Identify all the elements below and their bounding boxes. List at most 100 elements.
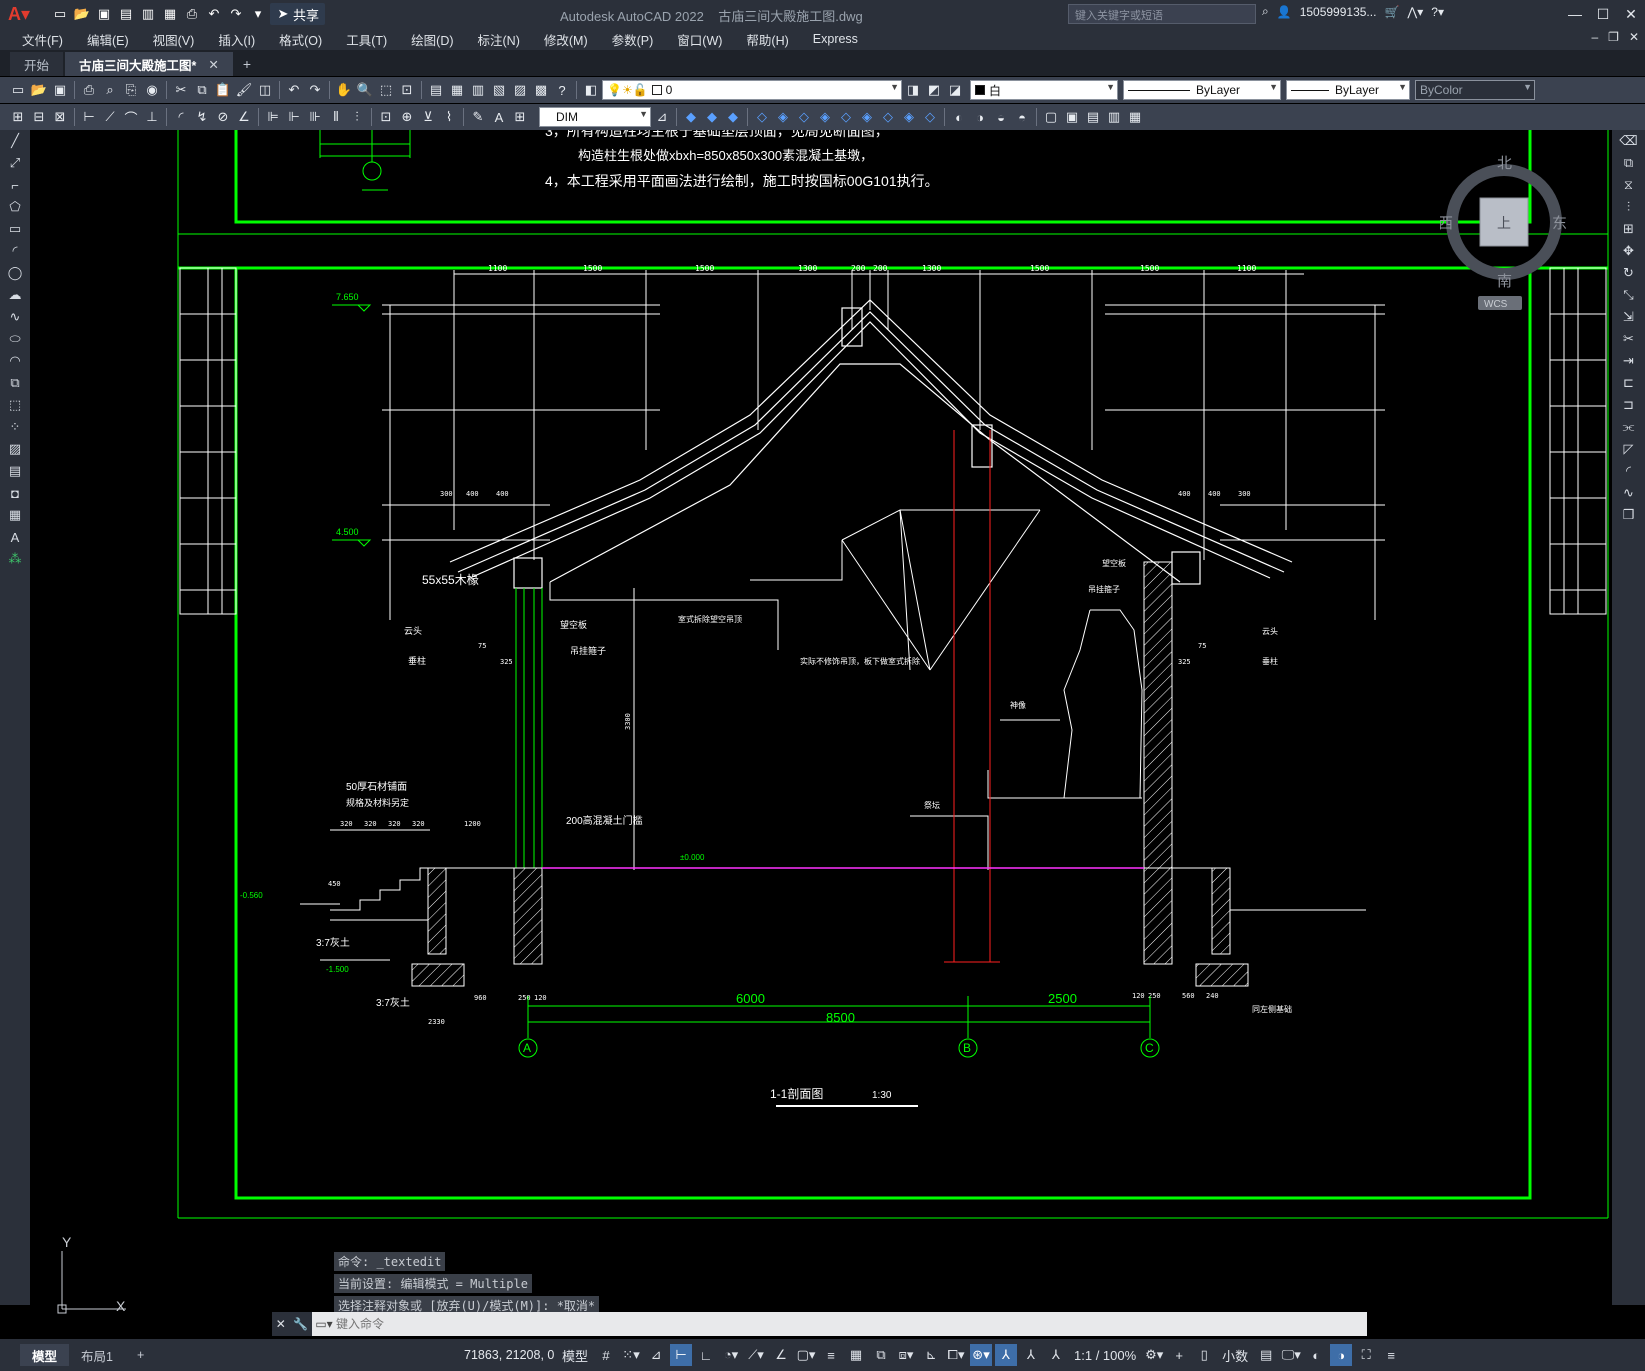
- region-icon[interactable]: ◘: [0, 482, 30, 504]
- ucs-view-icon[interactable]: ◈: [773, 107, 793, 127]
- polar-icon[interactable]: ◔▾: [720, 1344, 742, 1366]
- point-icon[interactable]: ⁘: [0, 416, 30, 438]
- hardware-acceleration-icon[interactable]: ◑: [1330, 1344, 1353, 1366]
- zoom-realtime-icon[interactable]: 🔍: [355, 80, 375, 100]
- ucs-3point-icon[interactable]: ◇: [836, 107, 856, 127]
- compass-north[interactable]: 北: [1497, 155, 1512, 172]
- qdim-icon[interactable]: ⊞: [8, 107, 28, 127]
- trim-icon[interactable]: ✂: [1612, 328, 1645, 350]
- cart-icon[interactable]: 🛒: [1384, 5, 1399, 19]
- drawing-area[interactable]: 3，所有构造柱均生根于基础垫层顶面，见局见断面图， 构造柱生根处做xbxh=85…: [30, 130, 1612, 1302]
- menu-tools[interactable]: 工具(T): [334, 30, 399, 49]
- transparency-icon[interactable]: ▦: [845, 1344, 867, 1366]
- mtext-icon[interactable]: A: [0, 526, 30, 548]
- maximize-icon[interactable]: ☐: [1589, 0, 1617, 28]
- close-icon[interactable]: ✕: [276, 1317, 286, 1331]
- isolate-objects-icon[interactable]: ◐: [1305, 1344, 1327, 1366]
- gizmo-icon[interactable]: ⊛▾: [970, 1344, 993, 1366]
- calculator-icon[interactable]: ▩: [531, 80, 551, 100]
- quick-properties-icon[interactable]: ▤: [1255, 1344, 1277, 1366]
- revcloud-icon[interactable]: ☁: [0, 284, 30, 306]
- close-icon[interactable]: ✕: [1617, 0, 1645, 28]
- erase-icon[interactable]: ⌫: [1612, 130, 1645, 152]
- plot-icon[interactable]: ⎙: [182, 4, 202, 24]
- pan-icon[interactable]: ✋: [334, 80, 354, 100]
- dim-space-icon[interactable]: ⫴: [326, 107, 346, 127]
- customize-icon[interactable]: ≡: [1380, 1344, 1402, 1366]
- viewcube[interactable]: 上 北 南 东 西 WCS: [1440, 148, 1590, 328]
- menu-edit[interactable]: 编辑(E): [75, 30, 141, 49]
- block-icon[interactable]: ◫: [255, 80, 275, 100]
- scale-icon[interactable]: ⤡: [1612, 284, 1645, 306]
- selection-filter-icon[interactable]: ⧠▾: [945, 1344, 967, 1366]
- dimedit-icon[interactable]: ✎: [468, 107, 488, 127]
- annotation-scale-dropdown[interactable]: 1:1 / 100%: [1070, 1344, 1140, 1366]
- make-block-icon[interactable]: ⬚: [0, 394, 30, 416]
- view-se-iso-icon[interactable]: ▥: [1104, 107, 1124, 127]
- ucs-zaxis-icon[interactable]: ◈: [815, 107, 835, 127]
- mirror-icon[interactable]: ⧖: [1612, 174, 1645, 196]
- matchprop-icon[interactable]: 🖌: [234, 80, 254, 100]
- plot-icon[interactable]: ⎙: [79, 80, 99, 100]
- menu-file[interactable]: 文件(F): [10, 30, 75, 49]
- menu-view[interactable]: 视图(V): [141, 30, 207, 49]
- annotation-scale-icon[interactable]: ⅄: [1045, 1344, 1067, 1366]
- view-top-icon[interactable]: ◐: [949, 107, 969, 127]
- plotstyle-dropdown[interactable]: ByColor ▼: [1415, 80, 1535, 100]
- menu-modify[interactable]: 修改(M): [532, 30, 600, 49]
- sheetset-icon[interactable]: ▧: [489, 80, 509, 100]
- inspect-icon[interactable]: ⊻: [418, 107, 438, 127]
- snap-icon[interactable]: ⁙▾: [620, 1344, 642, 1366]
- designcenter-icon[interactable]: ▦: [447, 80, 467, 100]
- view-left-icon[interactable]: ◒: [991, 107, 1011, 127]
- auto-scale-icon[interactable]: ⅄: [1020, 1344, 1042, 1366]
- copy-object-icon[interactable]: ⧉: [1612, 152, 1645, 174]
- rotate-icon[interactable]: ↻: [1612, 262, 1645, 284]
- autodesk-icon[interactable]: ⋀▾: [1407, 5, 1423, 19]
- properties-icon[interactable]: ▤: [426, 80, 446, 100]
- line-icon[interactable]: ╱: [0, 130, 30, 152]
- ellipse-arc-icon[interactable]: ◠: [0, 350, 30, 372]
- fillet-icon[interactable]: ◜: [1612, 460, 1645, 482]
- circle-icon[interactable]: ◯: [0, 262, 30, 284]
- zoom-window-icon[interactable]: ⬚: [376, 80, 396, 100]
- command-prompt-icon[interactable]: ▭▾: [312, 1317, 336, 1331]
- markup-icon[interactable]: ▨: [510, 80, 530, 100]
- dim-jogged-icon[interactable]: ↯: [192, 107, 212, 127]
- tab-drawing[interactable]: 古庙三间大殿施工图* ✕: [65, 52, 233, 76]
- infer-icon[interactable]: ⊿: [645, 1344, 667, 1366]
- doc-restore-icon[interactable]: ❐: [1608, 30, 1619, 44]
- polyline-icon[interactable]: ⌐: [0, 174, 30, 196]
- dimstyle-dropdown[interactable]: DIM ▼: [539, 107, 651, 127]
- offset-icon[interactable]: ⫶: [1612, 196, 1645, 218]
- save-web-icon[interactable]: ▦: [160, 4, 180, 24]
- user-icon[interactable]: 👤: [1277, 5, 1292, 19]
- dynamic-ucs-icon[interactable]: ⊾: [920, 1344, 942, 1366]
- customize-icon[interactable]: ▾: [248, 4, 268, 24]
- hatch-icon[interactable]: ▨: [0, 438, 30, 460]
- grid-icon[interactable]: #: [595, 1344, 617, 1366]
- insert-block-icon[interactable]: ⧉: [0, 372, 30, 394]
- dim-baseline-icon[interactable]: ⊩: [284, 107, 304, 127]
- view-ne-iso-icon[interactable]: ▦: [1125, 107, 1145, 127]
- view-right-icon[interactable]: ◓: [1012, 107, 1032, 127]
- coordinates-readout[interactable]: 71863, 21208, 0: [464, 1348, 554, 1362]
- blend-icon[interactable]: ∿: [1612, 482, 1645, 504]
- redo-icon[interactable]: ↷: [226, 4, 246, 24]
- view-sw-iso-icon[interactable]: ▤: [1083, 107, 1103, 127]
- add-layout-button[interactable]: +: [125, 1344, 156, 1366]
- construction-line-icon[interactable]: ⤢: [0, 152, 30, 174]
- command-input[interactable]: [336, 1313, 1336, 1335]
- ucs-world-icon[interactable]: ◆: [681, 107, 701, 127]
- lineweight-icon[interactable]: ≡: [820, 1344, 842, 1366]
- gradient-icon[interactable]: ▤: [0, 460, 30, 482]
- extend-icon[interactable]: ⇥: [1612, 350, 1645, 372]
- join-icon[interactable]: ⫘: [1612, 416, 1645, 438]
- compass-west[interactable]: 西: [1440, 215, 1453, 232]
- dim-update-icon[interactable]: ⊟: [29, 107, 49, 127]
- layer-match-icon[interactable]: ◪: [945, 80, 965, 100]
- tab-close-icon[interactable]: ✕: [208, 57, 218, 72]
- redo-icon[interactable]: ↷: [305, 80, 325, 100]
- menu-parametric[interactable]: 参数(P): [600, 30, 666, 49]
- zoom-previous-icon[interactable]: ⊡: [397, 80, 417, 100]
